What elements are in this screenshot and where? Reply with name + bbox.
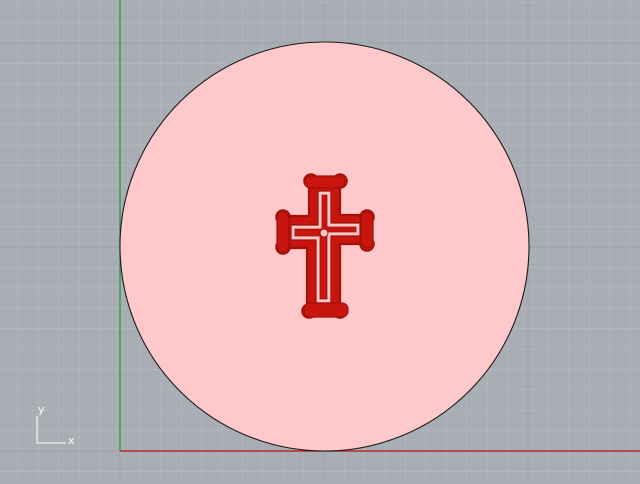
axis-gizmo: y x <box>36 403 75 447</box>
cross-bottom-flare <box>303 302 349 318</box>
viewport-canvas[interactable]: y x <box>0 0 640 480</box>
cross-top-flare <box>304 175 346 189</box>
gizmo-y-label: y <box>38 403 45 416</box>
cross-right-flare <box>360 211 374 249</box>
3d-viewport[interactable]: y x <box>0 0 640 480</box>
gizmo-x-label: x <box>68 434 75 447</box>
cross-center <box>319 228 329 238</box>
cross-left-flare <box>276 211 290 253</box>
